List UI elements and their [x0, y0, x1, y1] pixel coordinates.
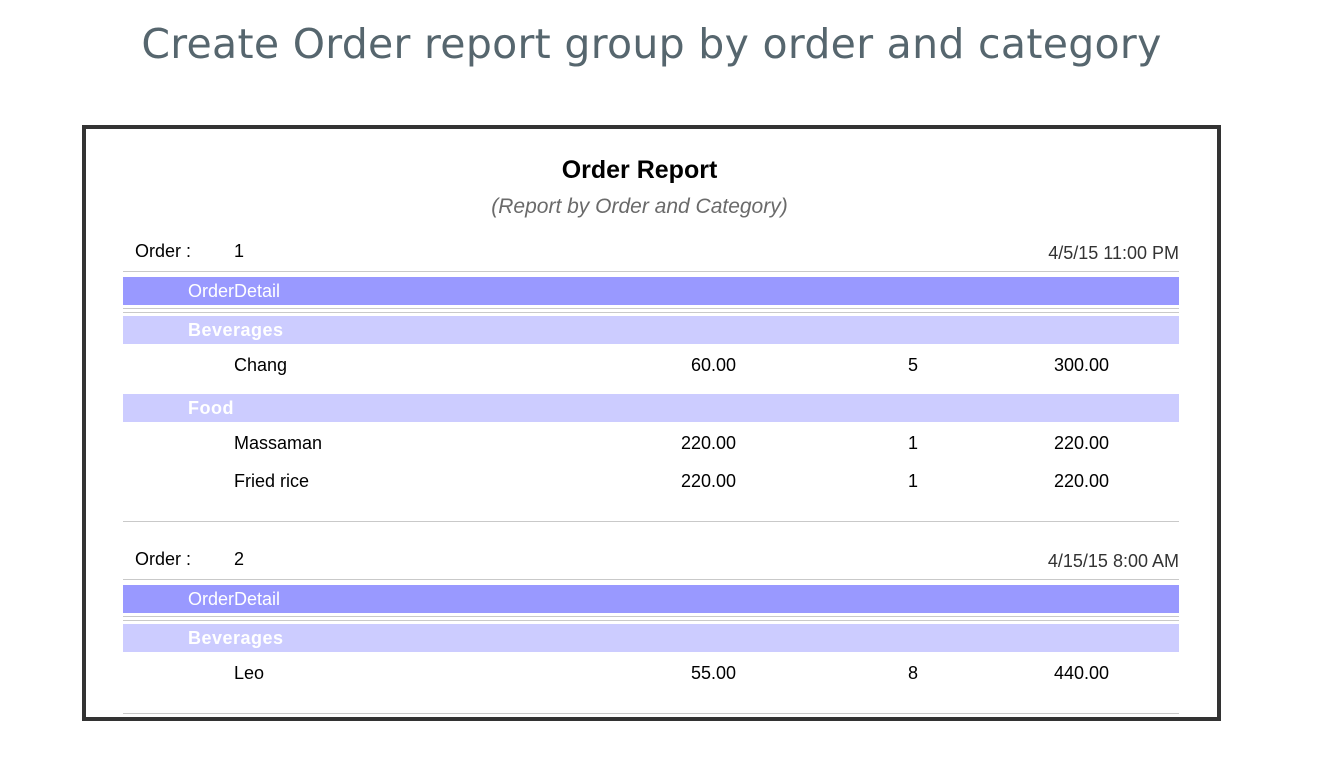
- item-name: Fried rice: [234, 471, 310, 491]
- order-number: 2: [234, 549, 245, 569]
- order-date: 4/15/15 8:00 AM: [1047, 551, 1179, 571]
- order-date: 4/5/15 11:00 PM: [1048, 243, 1179, 263]
- order-header-divider: [123, 579, 1179, 580]
- item-quantity: 5: [908, 355, 919, 375]
- report-frame: Order Report (Report by Order and Catego…: [82, 125, 1221, 721]
- item-total: 220.00: [1053, 433, 1109, 453]
- table-row: Fried rice 220.00 1 220.00: [123, 471, 1179, 495]
- order-label: Order :: [135, 549, 192, 569]
- report-subtitle: (Report by Order and Category): [491, 195, 788, 218]
- item-price: 220.00: [680, 433, 736, 453]
- table-row: Massaman 220.00 1 220.00: [123, 433, 1179, 457]
- order-footer-divider: [123, 521, 1179, 522]
- item-total: 440.00: [1053, 663, 1109, 683]
- table-row: Chang 60.00 5 300.00: [123, 355, 1179, 379]
- item-name: Leo: [234, 663, 265, 683]
- order-detail-band: OrderDetail: [123, 277, 1179, 305]
- page-heading: Create Order report group by order and c…: [141, 20, 1162, 68]
- category-band: Beverages: [123, 624, 1179, 652]
- item-total: 220.00: [1053, 471, 1109, 491]
- category-band: Food: [123, 394, 1179, 422]
- item-price: 55.00: [690, 663, 736, 683]
- category-band: Beverages: [123, 316, 1179, 344]
- detail-band-divider: [123, 308, 1179, 313]
- item-quantity: 1: [908, 471, 919, 491]
- item-quantity: 1: [908, 433, 919, 453]
- table-row: Leo 55.00 8 440.00: [123, 663, 1179, 687]
- order-number: 1: [234, 241, 245, 261]
- item-total: 300.00: [1053, 355, 1109, 375]
- item-quantity: 8: [908, 663, 919, 683]
- item-name: Massaman: [234, 433, 323, 453]
- item-price: 220.00: [680, 471, 736, 491]
- order-detail-band: OrderDetail: [123, 585, 1179, 613]
- order-footer-divider: [123, 713, 1179, 714]
- report-title: Order Report: [561, 156, 718, 184]
- item-price: 60.00: [690, 355, 736, 375]
- item-name: Chang: [234, 355, 288, 375]
- detail-band-divider: [123, 616, 1179, 621]
- order-label: Order :: [135, 241, 192, 261]
- order-header-divider: [123, 271, 1179, 272]
